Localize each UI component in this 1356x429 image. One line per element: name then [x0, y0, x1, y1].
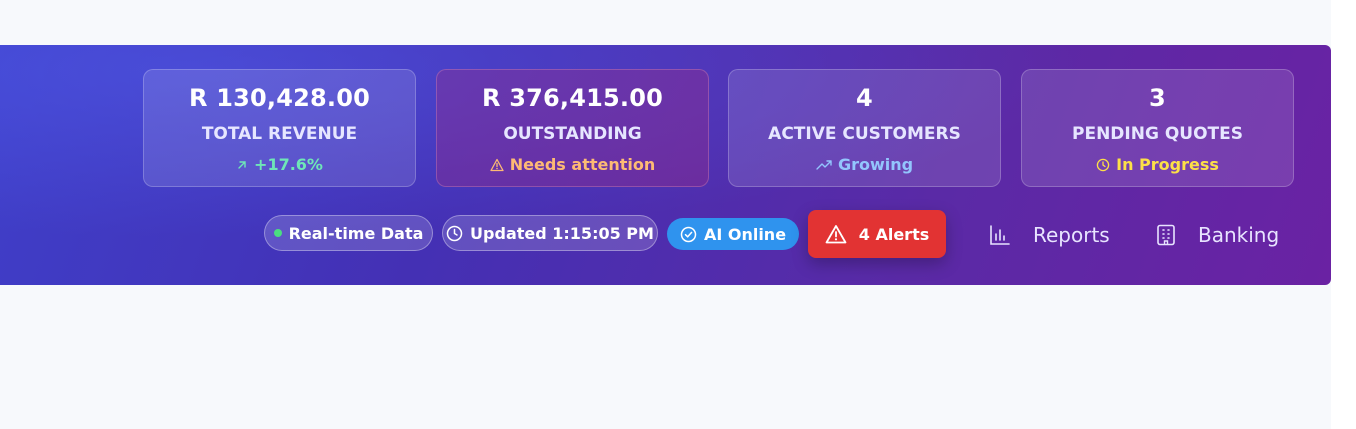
stat-value: 3	[1149, 84, 1166, 112]
stat-trend: Growing	[729, 155, 1000, 174]
stat-card-active-customers[interactable]: 4 ACTIVE CUSTOMERS Growing	[728, 69, 1001, 187]
banking-link[interactable]: Banking	[1156, 217, 1279, 253]
stat-label: ACTIVE CUSTOMERS	[768, 124, 961, 144]
alert-triangle-icon	[825, 225, 847, 244]
alerts-label: 4 Alerts	[858, 224, 930, 244]
reports-link[interactable]: Reports	[989, 217, 1110, 253]
last-updated-label: Updated 1:15:05 PM	[470, 223, 654, 243]
stat-card-total-revenue[interactable]: R 130,428.00 TOTAL REVENUE +17.6%	[143, 69, 416, 187]
stat-trend: In Progress	[1022, 155, 1293, 174]
stat-label: PENDING QUOTES	[1072, 124, 1243, 144]
stat-trend-text: +17.6%	[254, 155, 323, 174]
stat-trend-text: Needs attention	[509, 155, 656, 174]
last-updated-badge[interactable]: Updated 1:15:05 PM	[442, 215, 658, 251]
stat-trend-text: Growing	[837, 155, 914, 174]
ai-status-badge[interactable]: AI Online	[667, 218, 799, 250]
building-icon	[1157, 224, 1175, 246]
warning-icon	[490, 158, 504, 171]
check-circle-icon	[680, 226, 697, 242]
stat-trend: Needs attention	[437, 155, 708, 174]
stat-label: TOTAL REVENUE	[201, 124, 358, 144]
dashboard-header-banner: R 130,428.00 TOTAL REVENUE +17.6% R 376,…	[0, 45, 1331, 285]
page-gutter	[1331, 0, 1356, 429]
stat-card-outstanding[interactable]: R 376,415.00 OUTSTANDING Needs attention	[436, 69, 709, 187]
realtime-data-label: Real-time Data	[288, 223, 424, 243]
alerts-button[interactable]: 4 Alerts	[808, 210, 946, 258]
stat-trend: +17.6%	[144, 155, 415, 174]
stat-value: R 130,428.00	[188, 84, 371, 112]
banking-label: Banking	[1198, 223, 1280, 247]
realtime-data-badge[interactable]: Real-time Data	[264, 215, 433, 251]
stat-label: OUTSTANDING	[503, 124, 642, 144]
stat-value: R 376,415.00	[481, 84, 664, 112]
reports-label: Reports	[1033, 223, 1110, 247]
stat-trend-text: In Progress	[1116, 155, 1219, 174]
live-dot-icon	[273, 229, 282, 237]
trending-up-icon	[816, 159, 832, 170]
arrow-up-right-icon	[238, 160, 246, 169]
stat-card-pending-quotes[interactable]: 3 PENDING QUOTES In Progress	[1021, 69, 1294, 187]
bar-chart-icon	[990, 225, 1010, 245]
clock-icon	[1096, 158, 1110, 171]
stat-value: 4	[856, 84, 873, 112]
clock-icon	[446, 225, 463, 241]
ai-status-label: AI Online	[703, 224, 787, 244]
